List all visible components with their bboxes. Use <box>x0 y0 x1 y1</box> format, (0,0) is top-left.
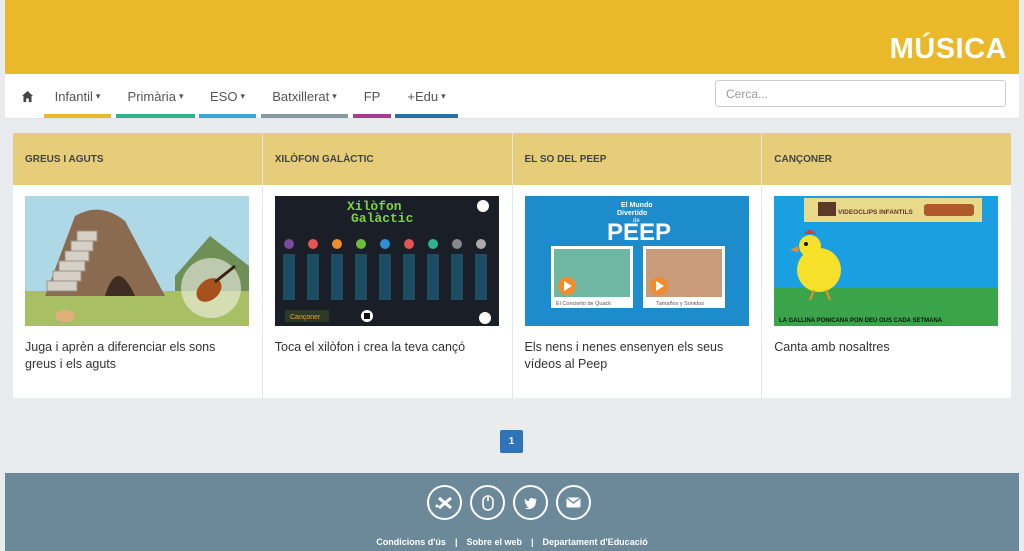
twitter-icon[interactable] <box>513 485 548 520</box>
nav-item-infantil[interactable]: Infantil ▾ <box>44 74 111 118</box>
header-bar: MÚSICA <box>5 0 1019 74</box>
card-thumbnail[interactable] <box>25 196 249 326</box>
nav-label: Primària <box>127 88 176 104</box>
card-description: Canta amb nosaltres <box>774 340 890 354</box>
card-thumbnail[interactable]: Xilòfon Galàctic Cançoner <box>274 196 499 326</box>
mouse-icon[interactable] <box>470 485 505 520</box>
footer-separator: | <box>454 537 458 547</box>
image-caption: Tamaños y Sonidos <box>656 301 704 307</box>
search-input[interactable] <box>715 80 1006 107</box>
nav-item-primaria[interactable]: Primària ▾ <box>116 74 195 118</box>
image-text: Divertido <box>617 210 647 217</box>
card-canconer[interactable]: CANÇONER VIDEOCLIPS INFANTILS LA GALLINA… <box>762 133 1011 398</box>
nav-label: Infantil <box>54 88 93 104</box>
footer-links: Condicions d'ús | Sobre el web | Departament… <box>5 537 1019 547</box>
chevron-down-icon: ▾ <box>240 90 245 101</box>
nav-underline <box>353 114 391 118</box>
chevron-down-icon: ▾ <box>95 90 101 101</box>
card-title[interactable]: EL SO DEL PEEP <box>512 133 762 185</box>
email-icon[interactable] <box>556 485 591 520</box>
nav-underline <box>44 114 111 118</box>
image-caption: LA GALLINA PONICANA PON DEU OUS CADA SET… <box>779 318 943 324</box>
activity-cards: GREUS I AGUTS Juga i aprèn a diferenciar <box>13 133 1011 398</box>
image-logo: PEEP <box>607 219 671 246</box>
card-xilofon-galactic[interactable]: XILÒFON GALÀCTIC Xilòfon Galàctic Cançon… <box>262 133 513 398</box>
footer-link-terms[interactable]: Condicions d'ús <box>376 537 446 547</box>
home-icon[interactable] <box>19 88 35 104</box>
image-label: Cançoner <box>290 314 321 321</box>
footer-link-department[interactable]: Departament d'Educació <box>543 537 648 547</box>
card-title[interactable]: CANÇONER <box>762 133 1011 185</box>
card-thumbnail[interactable]: El Mundo Divertido de PEEP El Concierto … <box>524 196 749 326</box>
xtec-icon[interactable] <box>427 485 462 520</box>
chevron-down-icon: ▾ <box>441 90 446 101</box>
pagination-page-1[interactable]: 1 <box>500 430 523 453</box>
chevron-down-icon: ▾ <box>178 90 184 101</box>
nav-item-batxillerat[interactable]: Batxillerat ▾ <box>261 74 348 118</box>
image-caption: El Concierto de Quack <box>556 301 611 307</box>
nav-item-eso[interactable]: ESO ▾ <box>199 74 256 118</box>
card-description: Toca el xilòfon i crea la teva cançó <box>274 340 466 354</box>
card-title[interactable]: GREUS I AGUTS <box>13 133 262 185</box>
card-el-so-del-peep[interactable]: EL SO DEL PEEP El Mundo Divertido de PEE… <box>512 133 763 398</box>
card-description: Juga i aprèn a diferenciar els sons greu… <box>25 340 216 371</box>
nav-label: +Edu <box>407 88 439 104</box>
footer: Condicions d'ús | Sobre el web | Departament… <box>5 473 1019 551</box>
card-title[interactable]: XILÒFON GALÀCTIC <box>262 133 512 185</box>
nav-item-fp[interactable]: FP <box>353 74 391 118</box>
image-banner: VIDEOCLIPS INFANTILS <box>838 209 913 216</box>
image-text: El Mundo <box>621 202 653 209</box>
card-description: Els nens i nenes ensenyen els seus vídeo… <box>524 340 724 371</box>
nav-underline <box>199 114 256 118</box>
nav-label: ESO <box>210 88 238 104</box>
nav-label: Batxillerat <box>272 88 330 104</box>
nav-label: FP <box>363 88 381 104</box>
card-thumbnail[interactable]: VIDEOCLIPS INFANTILS LA GALLINA PONICANA… <box>774 196 999 326</box>
nav-underline <box>116 114 195 118</box>
card-greus-i-aguts[interactable]: GREUS I AGUTS Juga i aprèn a diferenciar <box>13 133 263 398</box>
nav-item-edu[interactable]: +Edu ▾ <box>395 74 458 118</box>
chevron-down-icon: ▾ <box>332 90 337 101</box>
footer-link-about[interactable]: Sobre el web <box>466 537 522 547</box>
nav-underline <box>261 114 348 118</box>
nav-underline <box>395 114 458 118</box>
image-title-line2: Galàctic <box>351 211 414 226</box>
site-title[interactable]: MÚSICA <box>890 33 1007 66</box>
main-nav: Infantil ▾ Primària ▾ ESO ▾ Batxillerat ▾ FP… <box>5 74 1019 119</box>
footer-separator: | <box>531 537 534 547</box>
